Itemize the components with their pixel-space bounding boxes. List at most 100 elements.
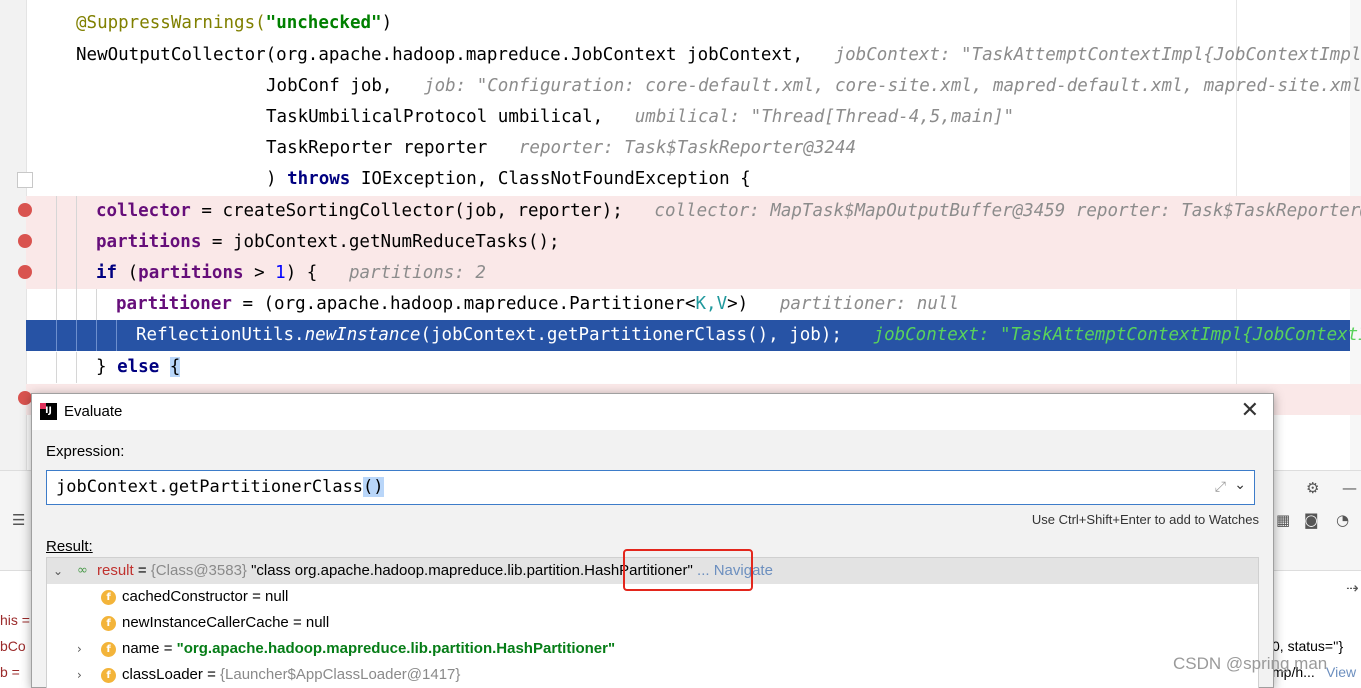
indent-guide [96, 289, 97, 320]
field-name: collector [96, 201, 191, 221]
code-line-1[interactable]: @SuppressWarnings("unchecked") [26, 8, 1361, 39]
indent-guide [76, 227, 77, 258]
field-value: null [265, 588, 289, 605]
code-line-4[interactable]: TaskUmbilicalProtocol umbilical, umbilic… [26, 102, 1361, 133]
inline-debug-value: umbilical: "Thread[Thread-4,5,main]" [634, 107, 1015, 127]
table-icon[interactable]: ▦ [1276, 511, 1290, 529]
result-label: Result: [46, 538, 93, 555]
evaluate-dialog[interactable]: IJ Evaluate ✕ Expression: jobContext.get… [31, 393, 1274, 688]
breakpoint-icon[interactable] [18, 234, 32, 248]
generic-open: < [684, 294, 696, 314]
code-line-6[interactable]: ) throws IOException, ClassNotFoundExcep… [26, 164, 1361, 195]
variable-name-fragment: b = [0, 664, 20, 680]
code-text: NewOutputCollector(org.apache.hadoop.map… [76, 45, 803, 65]
close-icon[interactable]: ✕ [1241, 398, 1259, 423]
keyword: if [96, 263, 118, 283]
indent-guide [56, 320, 57, 351]
chevron-right-icon[interactable]: › [77, 636, 82, 662]
intellij-logo-icon: IJ [40, 403, 57, 420]
code-line-12[interactable]: } else { [26, 352, 1361, 383]
field-icon: f [101, 642, 116, 657]
indent-guide [56, 196, 57, 227]
code-text: ) [266, 169, 277, 189]
watch-hint: Use Ctrl+Shift+Enter to add to Watches [1031, 512, 1259, 527]
gear-icon[interactable]: ⚙ [1306, 479, 1319, 497]
indent-guide [76, 352, 77, 383]
indent-guide [76, 258, 77, 289]
inline-debug-value: job: "Configuration: core-default.xml, c… [424, 76, 1361, 96]
expand-icon[interactable]: ⤢ [1215, 479, 1226, 495]
highlight-box [623, 549, 753, 591]
dialog-title-bar[interactable]: IJ Evaluate ✕ [32, 394, 1273, 430]
field-name: newInstanceCallerCache [122, 614, 289, 631]
operator: > [254, 263, 265, 283]
code-line-7[interactable]: collector = createSortingCollector(job, … [18, 196, 1361, 227]
chevron-down-icon[interactable]: ⌄ [1234, 477, 1246, 493]
indent-guide [76, 196, 77, 227]
code-text: ReflectionUtils. [136, 325, 305, 345]
code-text: } [96, 357, 107, 377]
chevron-down-icon[interactable]: ⌄ [53, 558, 63, 584]
inline-debug-value: reporter: Task$TaskReporter@3244 [518, 138, 857, 158]
result-ref: {Class@3583} [150, 562, 247, 579]
field-name: name [122, 640, 160, 657]
view-link[interactable]: View [1326, 664, 1356, 680]
clear-icon[interactable]: ◔ [1336, 511, 1349, 529]
field-icon: f [101, 668, 116, 683]
brace-match: { [169, 357, 181, 377]
method-name: newInstance [304, 325, 421, 345]
breakpoint-icon[interactable] [18, 203, 32, 217]
code-text: ) { [285, 263, 318, 283]
indent-guide [56, 258, 57, 289]
indent-guide [96, 320, 97, 351]
code-line-3[interactable]: JobConf job, job: "Configuration: core-d… [26, 71, 1361, 102]
keyword: throws [287, 169, 351, 189]
code-line-5[interactable]: TaskReporter reporter reporter: Task$Tas… [26, 133, 1361, 164]
indent-guide [56, 289, 57, 320]
code-line-2[interactable]: NewOutputCollector(org.apache.hadoop.map… [26, 40, 1361, 71]
arrow-icon[interactable]: ⇢ [1346, 579, 1359, 597]
result-value: "class org.apache.hadoop.mapreduce.lib.p… [251, 562, 585, 579]
list-icon[interactable]: ☰ [12, 511, 25, 529]
indent-guide [76, 320, 77, 351]
code-text: ) [737, 294, 749, 314]
code-text: = jobContext.getNumReduceTasks(); [211, 232, 560, 252]
chevron-right-icon[interactable]: › [77, 662, 82, 688]
code-line-10[interactable]: partitioner = (org.apache.hadoop.mapredu… [26, 289, 1361, 320]
inline-debug-value: collector: MapTask$MapOutputBuffer@3459 … [654, 201, 1361, 221]
variable-name-fragment: his = [0, 612, 30, 628]
tree-row[interactable]: f newInstanceCallerCache = null [47, 610, 1258, 636]
code-line-9[interactable]: if (partitions > 1) { partitions: 2 [18, 258, 1361, 289]
field-icon: f [101, 616, 116, 631]
breakpoint-icon[interactable] [18, 391, 32, 405]
restore-icon[interactable]: ◙ [1304, 511, 1319, 529]
tree-row[interactable]: › f classLoader = {Launcher$AppClassLoad… [47, 662, 1258, 688]
code-text: = (org.apache.hadoop.mapreduce.Partition… [242, 294, 685, 314]
expression-input[interactable]: jobContext.getPartitionerClass() ⤢ ⌄ [46, 470, 1255, 505]
breakpoint-icon[interactable] [18, 265, 32, 279]
expression-label: Expression: [46, 443, 125, 460]
number-literal: 1 [275, 263, 286, 283]
type-parameters: K,V [695, 294, 728, 314]
code-text: JobConf job, [266, 76, 393, 96]
code-text: (jobContext.getPartitionerClass(), job); [420, 325, 842, 345]
field-icon: f [101, 590, 116, 605]
annotation: @SuppressWarnings( [76, 13, 266, 33]
inline-debug-value: partitions: 2 [348, 263, 486, 283]
annotation-string: "unchecked" [265, 13, 382, 33]
code-text: ( [127, 263, 139, 283]
inline-debug-value: jobContext: "TaskAttemptContextImpl{JobC… [873, 325, 1361, 345]
keyword: else [117, 357, 160, 377]
field-name: classLoader [122, 666, 203, 683]
result-name: result [97, 562, 134, 579]
field-value: "org.apache.hadoop.mapreduce.lib.partiti… [176, 640, 616, 657]
minimize-icon[interactable]: — [1342, 479, 1357, 497]
tree-row[interactable]: › f name = "org.apache.hadoop.mapreduce.… [47, 636, 1258, 662]
code-text: TaskUmbilicalProtocol umbilical, [266, 107, 604, 127]
current-execution-line[interactable]: ReflectionUtils.newInstance(jobContext.g… [26, 320, 1361, 351]
dialog-title: Evaluate [64, 403, 123, 420]
code-text: IOException, ClassNotFoundException { [360, 169, 751, 189]
code-line-8[interactable]: partitions = jobContext.getNumReduceTask… [18, 227, 1361, 258]
indent-guide [116, 320, 117, 351]
field-name: partitions [96, 232, 202, 252]
